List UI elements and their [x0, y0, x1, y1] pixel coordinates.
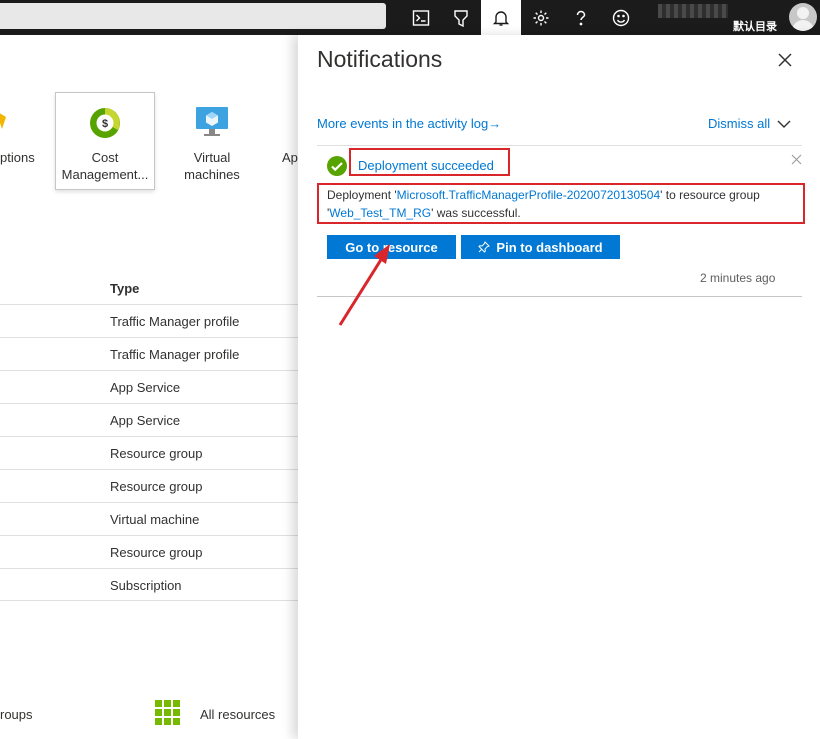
dismiss-notification-icon[interactable] — [791, 154, 802, 165]
cloud-shell-icon[interactable] — [401, 0, 441, 35]
arrow-right-icon: → — [488, 116, 502, 131]
settings-icon[interactable] — [521, 0, 561, 35]
notification-description: Deployment 'Microsoft.TrafficManagerProf… — [327, 186, 807, 222]
divider — [317, 145, 802, 146]
success-check-icon — [327, 156, 347, 176]
notification-timestamp: 2 minutes ago — [700, 271, 776, 285]
cost-management-icon: $ — [90, 108, 120, 138]
pin-to-dashboard-button[interactable]: Pin to dashboard — [461, 235, 620, 259]
feedback-icon[interactable] — [601, 0, 641, 35]
virtual-machines-label-1[interactable]: Virtual — [172, 149, 252, 166]
service-subscriptions-label[interactable]: ptions — [0, 149, 35, 166]
chevron-down-icon[interactable] — [777, 117, 791, 131]
table-row[interactable]: Resource group — [0, 469, 298, 502]
search-bar[interactable] — [0, 3, 386, 29]
all-resources-icon[interactable] — [155, 700, 181, 726]
activity-log-link[interactable]: More events in the activity log→ — [317, 116, 501, 131]
table-row[interactable]: Resource group — [0, 436, 298, 469]
panel-title: Notifications — [317, 46, 443, 72]
virtual-machines-icon[interactable] — [195, 106, 229, 138]
table-row[interactable]: Subscription — [0, 568, 298, 601]
activity-log-link-text: More events in the activity log — [317, 116, 489, 131]
notification-title[interactable]: Deployment succeeded — [358, 158, 494, 173]
directory-label: 默认目录 — [733, 20, 777, 33]
table-row[interactable]: Resource group — [0, 535, 298, 568]
help-icon[interactable] — [561, 0, 601, 35]
service-partial-label[interactable]: Ap — [282, 149, 298, 166]
avatar-body — [792, 20, 814, 31]
notifications-panel: Notifications More events in the activit… — [298, 35, 820, 739]
subscriptions-icon — [0, 113, 6, 129]
avatar[interactable] — [789, 3, 817, 31]
recent-resources-table: Traffic Manager profile Traffic Manager … — [0, 304, 298, 601]
pin-to-dashboard-label: Pin to dashboard — [496, 239, 603, 255]
account-name-blurred — [658, 4, 728, 18]
table-row[interactable]: App Service — [0, 403, 298, 436]
dismiss-all-button[interactable]: Dismiss all — [708, 116, 770, 131]
avatar-head — [797, 7, 809, 19]
resource-groups-link[interactable]: roups — [0, 707, 33, 722]
resource-name-link[interactable]: Microsoft.TrafficManagerProfile-20200720… — [397, 188, 660, 202]
directory-filter-icon[interactable] — [441, 0, 481, 35]
type-column-header[interactable]: Type — [110, 281, 139, 296]
pin-icon — [478, 241, 491, 253]
close-icon[interactable] — [776, 51, 794, 69]
cost-management-label-1: Cost — [91, 150, 119, 165]
top-bar: 默认目录 — [0, 0, 820, 35]
desc-suffix: ' was successful. — [431, 206, 521, 220]
svg-text:$: $ — [102, 118, 108, 130]
desc-prefix: Deployment ' — [327, 188, 397, 202]
table-row[interactable]: Traffic Manager profile — [0, 337, 298, 370]
virtual-machines-label-2[interactable]: machines — [172, 166, 252, 183]
notifications-icon[interactable] — [481, 0, 521, 35]
table-row[interactable]: App Service — [0, 370, 298, 403]
annotation-arrow-icon — [338, 244, 390, 326]
cost-management-label-2: Management... — [61, 167, 149, 182]
service-cost-management[interactable]: $ Cost Management... — [55, 92, 155, 190]
table-row[interactable]: Virtual machine — [0, 502, 298, 535]
all-resources-link[interactable]: All resources — [200, 707, 275, 722]
resource-group-link[interactable]: Web_Test_TM_RG — [329, 206, 431, 220]
table-row[interactable]: Traffic Manager profile — [0, 304, 298, 337]
